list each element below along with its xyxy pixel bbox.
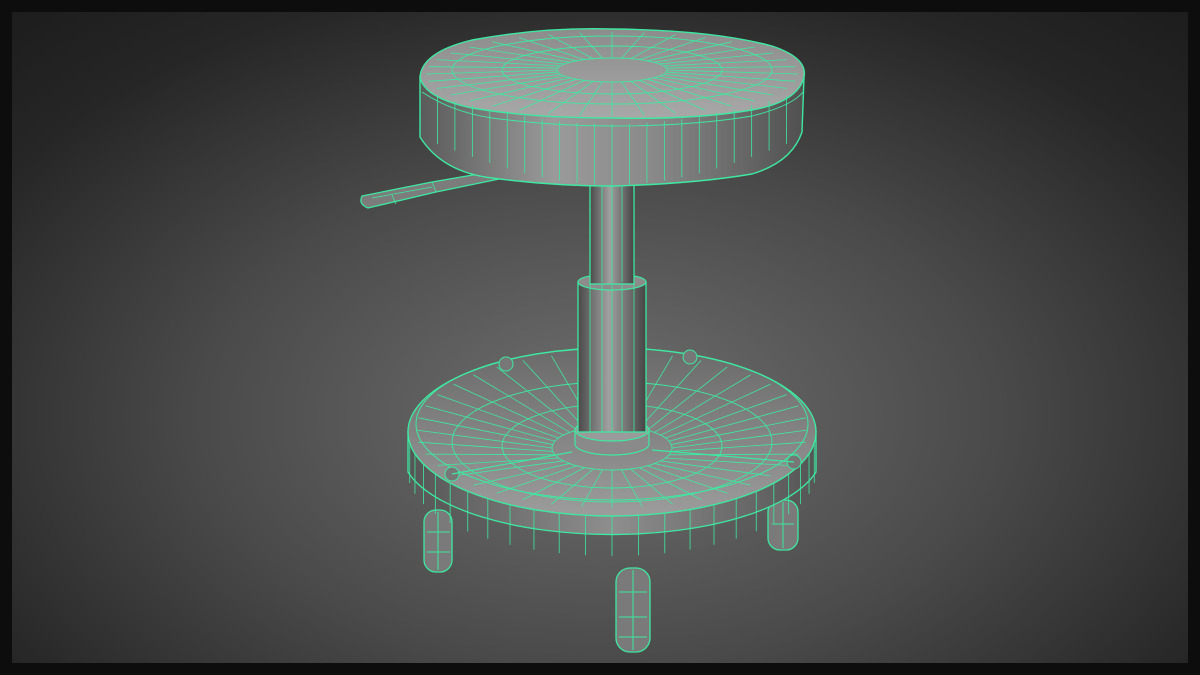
- caster-wheel-back-right: [767, 499, 799, 551]
- gas-cylinder: [589, 171, 635, 285]
- caster-wheel-front: [615, 567, 651, 653]
- wireframe-stool-render: [360, 28, 817, 653]
- cylinder-sleeve: [577, 273, 647, 433]
- caster-wheel-left: [423, 509, 453, 573]
- seat-cushion: [419, 28, 806, 187]
- 3d-viewport[interactable]: [12, 12, 1188, 663]
